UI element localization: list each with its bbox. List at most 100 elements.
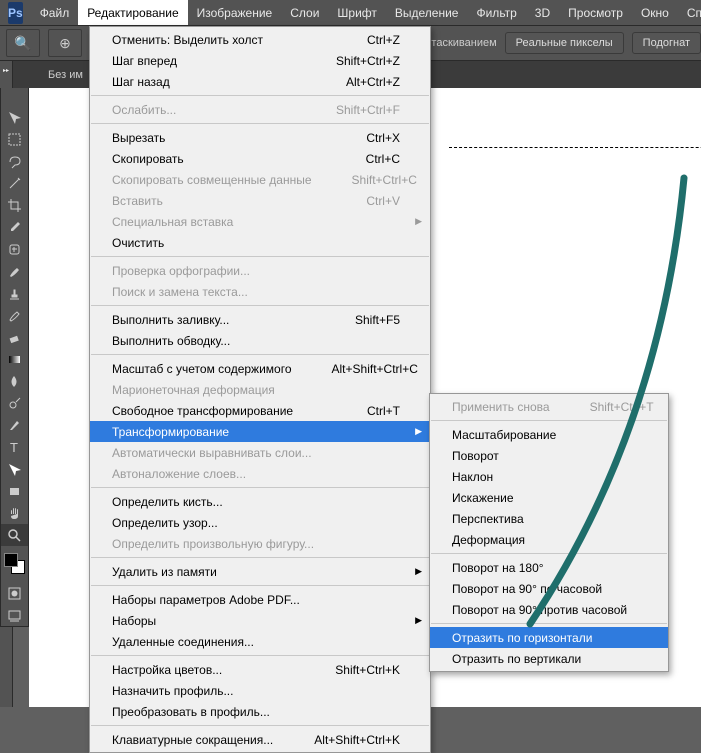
zoom-icon: [7, 528, 22, 543]
transform-item-3[interactable]: Поворот: [430, 445, 668, 466]
menu-окно[interactable]: Окно: [632, 0, 678, 25]
edit-item-8: Скопировать совмещенные данныеShift+Ctrl…: [90, 169, 430, 190]
hand-icon: [7, 506, 22, 521]
menu-сп[interactable]: Сп: [678, 0, 701, 25]
gradient-icon: [7, 352, 22, 367]
edit-item-11[interactable]: Очистить: [90, 232, 430, 253]
screenmode-toggle[interactable]: [1, 604, 28, 626]
edit-item-13: Проверка орфографии...: [90, 260, 430, 281]
transform-item-9[interactable]: Поворот на 180°: [430, 557, 668, 578]
tool-heal[interactable]: [1, 238, 28, 260]
tool-gradient[interactable]: [1, 348, 28, 370]
menu-редактирование[interactable]: Редактирование: [78, 0, 187, 25]
edit-item-14: Поиск и замена текста...: [90, 281, 430, 302]
tool-wand[interactable]: [1, 172, 28, 194]
stamp-icon: [7, 286, 22, 301]
edit-item-37[interactable]: Назначить профиль...: [90, 680, 430, 701]
brush-icon: [7, 264, 22, 279]
color-swatches[interactable]: [1, 550, 28, 580]
menu-файл[interactable]: Файл: [31, 0, 79, 25]
edit-item-21[interactable]: Свободное трансформированиеCtrl+T: [90, 400, 430, 421]
dodge-icon: [7, 396, 22, 411]
history-icon: [7, 308, 22, 323]
edit-item-4: Ослабить...Shift+Ctrl+F: [90, 99, 430, 120]
edit-item-33[interactable]: Наборы▶: [90, 610, 430, 631]
edit-item-38[interactable]: Преобразовать в профиль...: [90, 701, 430, 722]
edit-item-26[interactable]: Определить кисть...: [90, 491, 430, 512]
menu-слои[interactable]: Слои: [281, 0, 328, 25]
app-logo: Ps: [8, 2, 23, 24]
edit-item-23: Автоматически выравнивать слои...: [90, 442, 430, 463]
menu-шрифт[interactable]: Шрифт: [328, 0, 385, 25]
tool-move[interactable]: [1, 106, 28, 128]
edit-item-17[interactable]: Выполнить обводку...: [90, 330, 430, 351]
tool-eyedrop[interactable]: [1, 216, 28, 238]
edit-item-2[interactable]: Шаг назадAlt+Ctrl+Z: [90, 71, 430, 92]
menu-изображение[interactable]: Изображение: [188, 0, 282, 25]
edit-item-19[interactable]: Масштаб с учетом содержимогоAlt+Shift+Ct…: [90, 358, 430, 379]
edit-item-36[interactable]: Настройка цветов...Shift+Ctrl+K: [90, 659, 430, 680]
edit-item-7[interactable]: СкопироватьCtrl+C: [90, 148, 430, 169]
blur-icon: [7, 374, 22, 389]
tool-crop[interactable]: [1, 194, 28, 216]
rect-icon: [7, 484, 22, 499]
edit-item-0[interactable]: Отменить: Выделить холстCtrl+Z: [90, 29, 430, 50]
edit-item-6[interactable]: ВырезатьCtrl+X: [90, 127, 430, 148]
tool-marquee[interactable]: [1, 128, 28, 150]
edit-item-16[interactable]: Выполнить заливку...Shift+F5: [90, 309, 430, 330]
tool-brush[interactable]: [1, 260, 28, 282]
lasso-icon: [7, 154, 22, 169]
submenu-transform: Применить сноваShift+Ctrl+T Масштабирован…: [429, 393, 669, 672]
heal-icon: [7, 242, 22, 257]
move-icon: [7, 110, 22, 125]
transform-item-14[interactable]: Отразить по вертикали: [430, 648, 668, 669]
path-icon: [7, 462, 22, 477]
transform-item-2[interactable]: Масштабирование: [430, 424, 668, 445]
document-tab[interactable]: Без им: [40, 69, 91, 81]
edit-item-24: Автоналожение слоев...: [90, 463, 430, 484]
tool-history[interactable]: [1, 304, 28, 326]
tools-panel: T: [0, 88, 29, 627]
edit-item-27[interactable]: Определить узор...: [90, 512, 430, 533]
tool-eraser[interactable]: [1, 326, 28, 348]
menu-3d[interactable]: 3D: [526, 0, 559, 25]
menu-просмотр[interactable]: Просмотр: [559, 0, 632, 25]
edit-item-30[interactable]: Удалить из памяти▶: [90, 561, 430, 582]
menu-bar: Ps ФайлРедактированиеИзображениеСлоиШриф…: [0, 0, 701, 26]
transform-item-4[interactable]: Наклон: [430, 466, 668, 487]
transform-item-5[interactable]: Искажение: [430, 487, 668, 508]
transform-item-6[interactable]: Перспектива: [430, 508, 668, 529]
marquee-icon: [7, 132, 22, 147]
tool-rect[interactable]: [1, 480, 28, 502]
tool-zoom[interactable]: [1, 524, 28, 546]
fit-screen-button[interactable]: Подогнат: [632, 32, 701, 54]
tool-stamp[interactable]: [1, 282, 28, 304]
tool-type[interactable]: T: [1, 436, 28, 458]
edit-item-40[interactable]: Клавиатурные сокращения...Alt+Shift+Ctrl…: [90, 729, 430, 750]
tool-pen[interactable]: [1, 414, 28, 436]
menu-выделение[interactable]: Выделение: [386, 0, 468, 25]
tool-hand[interactable]: [1, 502, 28, 524]
transform-item-10[interactable]: Поворот на 90° по часовой: [430, 578, 668, 599]
tool-blur[interactable]: [1, 370, 28, 392]
transform-item-13[interactable]: Отразить по горизонтали: [430, 627, 668, 648]
quickmask-toggle[interactable]: [1, 582, 28, 604]
edit-item-1[interactable]: Шаг впередShift+Ctrl+Z: [90, 50, 430, 71]
edit-item-32[interactable]: Наборы параметров Adobe PDF...: [90, 589, 430, 610]
option-icon[interactable]: ⊕: [48, 29, 82, 57]
tool-lasso[interactable]: [1, 150, 28, 172]
eyedrop-icon: [7, 220, 22, 235]
tool-preset-icon[interactable]: 🔍: [6, 29, 40, 57]
actual-pixels-button[interactable]: Реальные пикселы: [505, 32, 624, 54]
edit-item-34[interactable]: Удаленные соединения...: [90, 631, 430, 652]
menu-фильтр[interactable]: Фильтр: [467, 0, 525, 25]
tool-path[interactable]: [1, 458, 28, 480]
transform-item-0: Применить сноваShift+Ctrl+T: [430, 396, 668, 417]
options-hint: таскиванием: [431, 37, 496, 49]
tool-dodge[interactable]: [1, 392, 28, 414]
edit-item-22[interactable]: Трансформирование▶: [90, 421, 430, 442]
edit-item-9: ВставитьCtrl+V: [90, 190, 430, 211]
transform-item-11[interactable]: Поворот на 90° против часовой: [430, 599, 668, 620]
transform-item-7[interactable]: Деформация: [430, 529, 668, 550]
crop-icon: [7, 198, 22, 213]
